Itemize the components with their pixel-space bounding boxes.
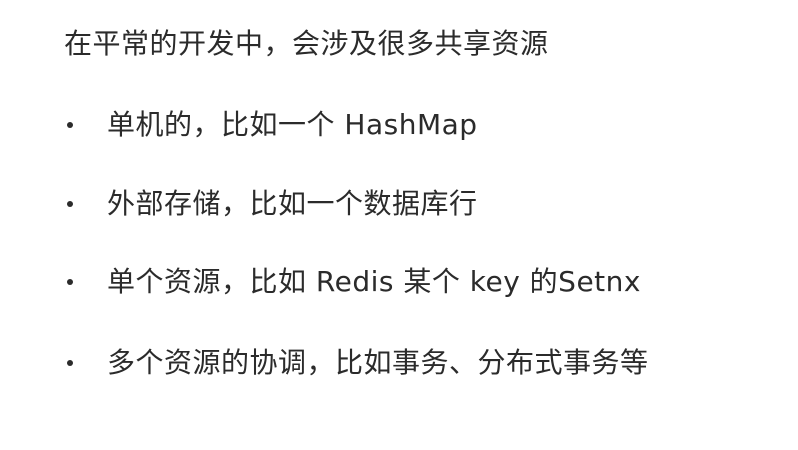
bullet-text: 单机的，比如一个 HashMap (107, 108, 478, 141)
list-item: 单机的，比如一个 HashMap (64, 101, 478, 149)
bullet-text: 外部存储，比如一个数据库行 (107, 187, 478, 220)
list-item: 多个资源的协调，比如事务、分布式事务等 (64, 339, 649, 387)
bullet-text: 单个资源，比如 Redis 某个 key 的Setnx (107, 265, 641, 298)
list-item: 单个资源，比如 Redis 某个 key 的Setnx (64, 258, 641, 306)
bullet-icon (67, 201, 73, 207)
list-item: 外部存储，比如一个数据库行 (64, 180, 478, 228)
bullet-text: 多个资源的协调，比如事务、分布式事务等 (107, 346, 649, 379)
bullet-icon (67, 279, 73, 285)
bullet-icon (67, 360, 73, 366)
intro-text: 在平常的开发中，会涉及很多共享资源 (64, 27, 549, 60)
slide-content: 在平常的开发中，会涉及很多共享资源 单机的，比如一个 HashMap 外部存储，… (0, 0, 798, 450)
bullet-icon (67, 122, 73, 128)
